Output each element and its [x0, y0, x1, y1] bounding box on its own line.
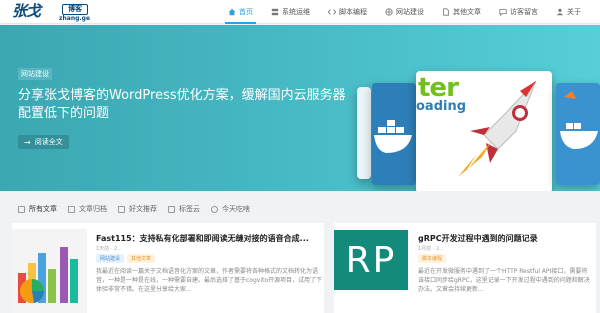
archive-icon: [68, 205, 75, 213]
nav-label: 网站建设: [396, 8, 424, 16]
nav-item-ops[interactable]: 系统运维: [262, 0, 319, 24]
tab-label: 好文推荐: [129, 205, 157, 213]
tab-what-to-eat[interactable]: 今天吃啥: [211, 204, 250, 214]
hero-card-right: [556, 83, 600, 185]
nav-label: 访客留言: [510, 8, 538, 16]
hero-category-tag[interactable]: 网站建设: [18, 68, 52, 80]
list-icon: [18, 205, 25, 213]
category-badge[interactable]: 网站建设: [96, 254, 125, 263]
tab-all-posts[interactable]: 所有文章: [18, 204, 57, 214]
read-more-label: 阅读全文: [34, 138, 63, 146]
docker-whale-icon: [372, 83, 416, 185]
home-icon: [228, 8, 236, 16]
site-logo[interactable]: 张戈 博客 zhang.ge: [12, 2, 102, 24]
food-icon: [211, 205, 218, 213]
post-categories: 脚本编程: [418, 254, 447, 263]
filter-tabs: 所有文章 文章归档 好文推荐 标签云 今天吃啥: [18, 204, 250, 214]
arrow-right-icon: →: [24, 137, 31, 147]
main-nav: 首页 系统运维 脚本编程 网站建设 其他文章 访客留言 关于: [219, 0, 590, 24]
file-icon: [443, 8, 449, 16]
post-meta: 1月前 · 2...: [418, 246, 444, 252]
post-thumbnail[interactable]: [12, 229, 87, 313]
hero-card-docker: [372, 83, 416, 185]
message-icon: [499, 9, 507, 16]
code-icon: [328, 9, 336, 15]
post-thumbnail[interactable]: RP: [334, 230, 408, 290]
post-card[interactable]: Fast115：支持私有化部署和即阅读无缝对接的语音合成... 1天前 · 2.…: [12, 223, 324, 313]
globe-icon: [385, 8, 393, 16]
post-categories: 网站建设 其他文章: [96, 254, 156, 263]
docker-whale-icon: [556, 83, 600, 185]
hero-title[interactable]: 分享张戈博客的WordPress优化方案，缓解国内云服务器配置低下的问题: [18, 87, 348, 123]
tab-archive[interactable]: 文章归档: [68, 204, 107, 214]
nav-label: 关于: [567, 8, 581, 16]
post-card[interactable]: RP gRPC开发过程中遇到的问题记录 1月前 · 2... 脚本编程 最近在开…: [334, 223, 596, 313]
tab-label: 今天吃啥: [222, 205, 250, 213]
tab-label: 所有文章: [29, 205, 57, 213]
nav-label: 系统运维: [282, 8, 310, 16]
user-icon: [556, 8, 564, 16]
tab-label: 文章归档: [79, 205, 107, 213]
logo-stamp: 博客: [62, 4, 88, 15]
nav-item-scripts[interactable]: 脚本编程: [319, 0, 376, 24]
tab-recommended[interactable]: 好文推荐: [118, 204, 157, 214]
nav-label: 脚本编程: [339, 8, 367, 16]
logo-script: 张戈: [12, 2, 41, 20]
thumb-icon: [118, 205, 125, 213]
post-excerpt: 我最近在阅读一篇关于文档语音化方案的文章，作者需要将各种格式的文档转化为语音，一…: [96, 268, 323, 293]
nav-item-guestbook[interactable]: 访客留言: [490, 0, 547, 24]
post-title[interactable]: Fast115：支持私有化部署和即阅读无缝对接的语音合成...: [96, 233, 309, 244]
thumbnail-text: RP: [345, 239, 397, 281]
charts-thumbnail-image: [12, 229, 87, 313]
nav-item-about[interactable]: 关于: [547, 0, 590, 24]
nav-item-web[interactable]: 网站建设: [376, 0, 433, 24]
post-title[interactable]: gRPC开发过程中遇到的问题记录: [418, 233, 538, 244]
nav-item-other[interactable]: 其他文章: [433, 0, 490, 24]
nav-item-home[interactable]: 首页: [219, 0, 262, 24]
tab-tag-cloud[interactable]: 标签云: [168, 204, 200, 214]
read-more-button[interactable]: → 阅读全文: [18, 135, 69, 149]
nav-label: 首页: [239, 8, 253, 16]
hero-carousel[interactable]: 网站建设 分享张戈博客的WordPress优化方案，缓解国内云服务器配置低下的问…: [0, 25, 600, 191]
server-icon: [271, 8, 279, 16]
hero-card-main: ter oading: [416, 71, 552, 191]
post-excerpt: 最近在开发微服务中遇到了一个HTTP Restful API接口，需要将该接口同…: [418, 268, 590, 293]
post-meta: 1天前 · 2...: [96, 246, 122, 252]
logo-domain: zhang.ge: [59, 15, 91, 22]
rocket-icon: [458, 80, 537, 177]
category-badge[interactable]: 脚本编程: [418, 254, 447, 263]
tag-icon: [168, 205, 175, 213]
tab-label: 标签云: [179, 205, 200, 213]
site-header: 张戈 博客 zhang.ge 首页 系统运维 脚本编程 网站建设 其他文章 访客…: [0, 0, 600, 24]
hero-card-left-edge: [357, 87, 371, 179]
category-badge[interactable]: 其他文章: [127, 254, 156, 263]
nav-label: 其他文章: [453, 8, 481, 16]
